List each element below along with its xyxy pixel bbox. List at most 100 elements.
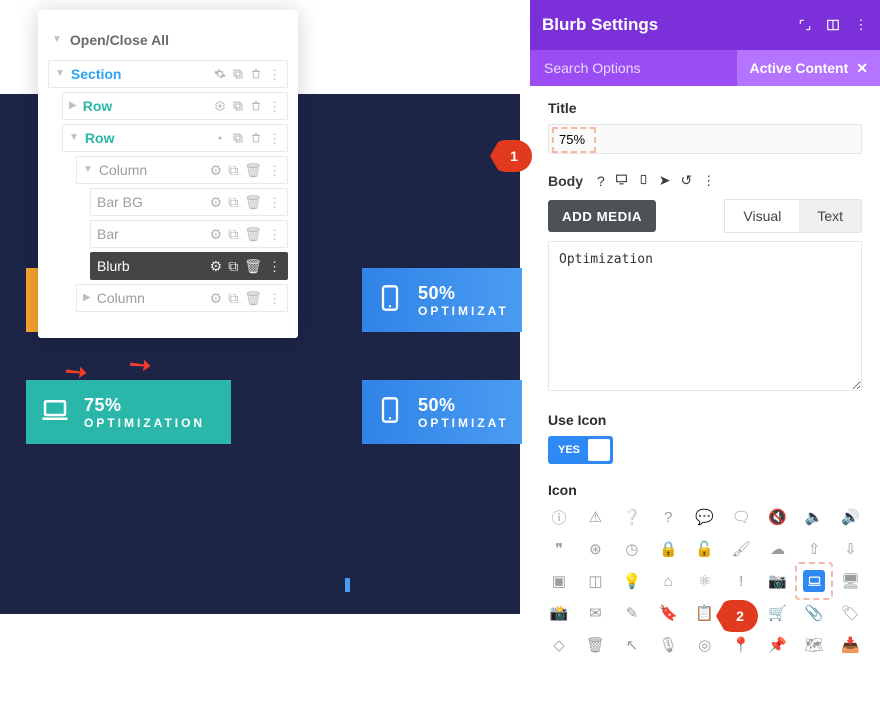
use-icon-toggle[interactable]: YES <box>548 436 613 464</box>
columns-icon[interactable] <box>826 18 840 32</box>
close-icon[interactable]: ✕ <box>856 60 868 77</box>
pen-icon[interactable]: ✎ <box>621 602 643 624</box>
duplicate-icon[interactable]: ⧉ <box>228 290 238 307</box>
cloud-up-icon[interactable]: ⇧ <box>803 538 825 560</box>
gear-icon[interactable] <box>214 68 226 80</box>
cart-icon[interactable]: 🛒 <box>767 602 789 624</box>
map-icon[interactable]: 🗺 <box>803 634 825 656</box>
chat-icon[interactable]: 💬 <box>694 506 716 528</box>
trash-icon[interactable]: 🗑 <box>244 162 262 179</box>
sidebar-drag-handle[interactable] <box>345 578 350 592</box>
camera2-icon[interactable]: 📸 <box>548 602 570 624</box>
more-icon[interactable] <box>268 130 281 147</box>
duplicate-icon[interactable] <box>232 100 244 112</box>
search-options[interactable]: Search Options <box>544 60 641 76</box>
warning-icon[interactable]: ⚠ <box>584 506 606 528</box>
phone-icon[interactable] <box>638 173 649 189</box>
gear-icon[interactable]: ⚙ <box>210 226 223 243</box>
trash-icon[interactable]: 🗑 <box>244 194 262 211</box>
duplicate-icon[interactable]: ⧉ <box>228 226 238 243</box>
volume-high-icon[interactable]: 🔊 <box>840 506 862 528</box>
gear-icon[interactable] <box>214 132 226 144</box>
gallery-icon[interactable]: ◫ <box>584 570 606 592</box>
help-icon[interactable]: ? <box>597 173 605 189</box>
layer-bar[interactable]: Bar ⚙⧉🗑 <box>90 220 288 248</box>
atom-icon[interactable]: ⚛ <box>694 570 716 592</box>
info-circle-icon[interactable]: ⓘ <box>548 506 570 528</box>
image-icon[interactable]: ▣ <box>548 570 570 592</box>
trash-icon[interactable] <box>250 100 262 112</box>
cloud-icon[interactable]: ☁ <box>767 538 789 560</box>
trash-icon[interactable] <box>250 132 262 144</box>
mic-icon[interactable]: 🎙 <box>657 634 679 656</box>
quote-circle-icon[interactable]: ⊛ <box>584 538 606 560</box>
camera-icon[interactable]: 📷 <box>767 570 789 592</box>
duplicate-icon[interactable] <box>232 68 244 80</box>
layer-column[interactable]: ▼Column ⚙ ⧉ 🗑 <box>76 156 288 184</box>
compass-icon[interactable]: ◎ <box>694 634 716 656</box>
layer-barbg[interactable]: Bar BG ⚙⧉🗑 <box>90 188 288 216</box>
question-icon[interactable]: ? <box>657 506 679 528</box>
gear-icon[interactable]: ⚙ <box>210 290 223 307</box>
gear-icon[interactable]: ⚙ <box>210 258 223 275</box>
gear-icon[interactable]: ⚙ <box>210 162 223 179</box>
pin-icon[interactable]: 📍 <box>730 634 752 656</box>
exclaim-icon[interactable]: ! <box>730 570 752 592</box>
brush-icon[interactable]: 🖌 <box>730 538 752 560</box>
more-icon[interactable] <box>268 290 281 307</box>
laptop-icon-selected[interactable] <box>803 570 825 592</box>
paperclip-icon[interactable]: 📎 <box>803 602 825 624</box>
tab-text[interactable]: Text <box>799 200 861 232</box>
home-icon[interactable]: ⌂ <box>657 570 679 592</box>
volume-low-icon[interactable]: 🔈 <box>803 506 825 528</box>
cursor-icon[interactable]: ➤ <box>659 172 671 189</box>
gear-icon[interactable]: ⚙ <box>210 194 223 211</box>
mute-icon[interactable]: 🔇 <box>767 506 789 528</box>
tag-icon[interactable]: 🏷 <box>840 602 862 624</box>
lock-icon[interactable]: 🔒 <box>657 538 679 560</box>
trash-icon[interactable]: 🗑 <box>244 258 262 275</box>
more-icon[interactable] <box>268 226 281 243</box>
clipboard-icon[interactable]: 📋 <box>694 602 716 624</box>
more-icon[interactable] <box>854 18 868 32</box>
more-icon[interactable] <box>268 98 281 115</box>
layer-column[interactable]: ▶Column ⚙⧉🗑 <box>76 284 288 312</box>
duplicate-icon[interactable] <box>232 132 244 144</box>
cloud-down-icon[interactable]: ⇩ <box>840 538 862 560</box>
layer-blurb-selected[interactable]: Blurb ⚙⧉🗑 <box>90 252 288 280</box>
layer-section[interactable]: ▼Section <box>48 60 288 88</box>
trash-icon[interactable]: 🗑 <box>244 226 262 243</box>
expand-icon[interactable] <box>798 18 812 32</box>
active-content-chip[interactable]: Active Content ✕ <box>737 50 880 86</box>
gear-icon[interactable] <box>214 100 226 112</box>
duplicate-icon[interactable]: ⧉ <box>228 258 238 275</box>
more-icon[interactable] <box>268 194 281 211</box>
duplicate-icon[interactable]: ⧉ <box>228 194 238 211</box>
pushpin-icon[interactable]: 📌 <box>767 634 789 656</box>
inbox-icon[interactable]: 📥 <box>840 634 862 656</box>
trash-icon[interactable]: 🗑 <box>584 634 606 656</box>
desktop-icon[interactable] <box>615 173 628 189</box>
undo-icon[interactable]: ↺ <box>681 172 693 189</box>
cursor-icon[interactable]: ↖ <box>621 634 643 656</box>
unlock-icon[interactable]: 🔓 <box>694 538 716 560</box>
comments-icon[interactable]: 🗨 <box>730 506 752 528</box>
tag2-icon[interactable]: ◇ <box>548 634 570 656</box>
trash-icon[interactable]: 🗑 <box>244 290 262 307</box>
clock-icon[interactable]: ◷ <box>621 538 643 560</box>
bookmark-icon[interactable]: 🔖 <box>657 602 679 624</box>
more-icon[interactable] <box>702 172 715 189</box>
layer-row[interactable]: ▼Row <box>62 124 288 152</box>
open-close-all[interactable]: ▼ Open/Close All <box>48 26 288 60</box>
layer-row[interactable]: ▶Row <box>62 92 288 120</box>
mail-icon[interactable]: ✉ <box>584 602 606 624</box>
duplicate-icon[interactable]: ⧉ <box>228 162 238 179</box>
more-icon[interactable] <box>268 66 281 83</box>
quote-icon[interactable]: ❞ <box>548 538 570 560</box>
more-icon[interactable] <box>268 162 281 179</box>
help-circle-icon[interactable]: ❔ <box>621 506 643 528</box>
tab-visual[interactable]: Visual <box>725 200 799 232</box>
monitor-icon[interactable]: 🖥 <box>840 570 862 592</box>
trash-icon[interactable] <box>250 68 262 80</box>
add-media-button[interactable]: ADD MEDIA <box>548 200 656 232</box>
